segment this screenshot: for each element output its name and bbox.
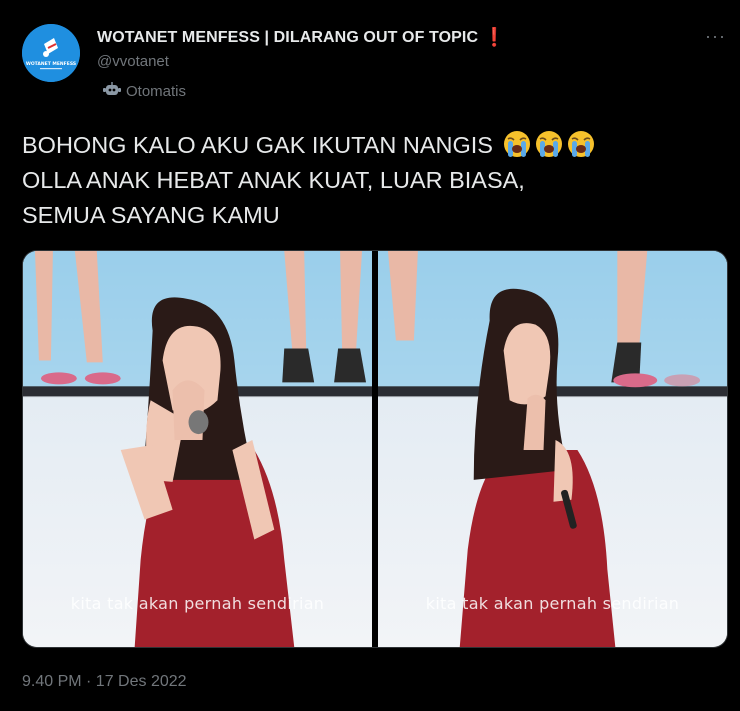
tweet-line-2: OLLA ANAK HEBAT ANAK KUAT, LUAR BIASA, <box>22 167 525 193</box>
tweet-line-3: SEMUA SAYANG KAMU <box>22 202 280 228</box>
timestamp[interactable]: 9.40 PM · 17 Des 2022 <box>22 673 187 691</box>
tweet-line-1: BOHONG KALO AKU GAK IKUTAN NANGIS <box>22 132 493 158</box>
handle[interactable]: @vvotanet <box>97 53 169 70</box>
photo-right-illustration <box>378 251 727 647</box>
tweet: WOTANET MENFESS WOTANET MENFESS | DILARA… <box>0 0 740 711</box>
display-name[interactable]: WOTANET MENFESS | DILARANG OUT OF TOPIC <box>97 29 478 47</box>
robot-icon <box>103 82 121 100</box>
automated-badge: Otomatis <box>103 82 186 100</box>
photo-left-illustration <box>23 251 372 647</box>
name-emoji: ❗ <box>483 27 506 47</box>
avatar-text: WOTANET MENFESS <box>26 61 76 67</box>
automated-label: Otomatis <box>126 82 187 100</box>
media-photo-right[interactable]: kita tak akan pernah sendirian <box>378 251 727 647</box>
media-photo-left[interactable]: kita tak akan pernah sendirian <box>23 251 372 647</box>
crying-face-icon <box>535 131 562 157</box>
more-options-icon[interactable]: ··· <box>705 26 726 47</box>
media-grid: kita tak akan pernah sendirian kita tak … <box>22 250 728 648</box>
caption-left: kita tak akan pernah sendirian <box>70 594 325 613</box>
crying-emojis <box>500 131 596 158</box>
tweet-text: BOHONG KALO AKU GAK IKUTAN NANGIS OLLA A… <box>22 128 722 233</box>
avatar[interactable]: WOTANET MENFESS <box>22 24 80 82</box>
crying-face-icon <box>503 131 530 157</box>
name-row: WOTANET MENFESS | DILARANG OUT OF TOPIC … <box>97 27 506 48</box>
caption-right: kita tak akan pernah sendirian <box>425 594 680 613</box>
crying-face-icon <box>567 131 594 157</box>
